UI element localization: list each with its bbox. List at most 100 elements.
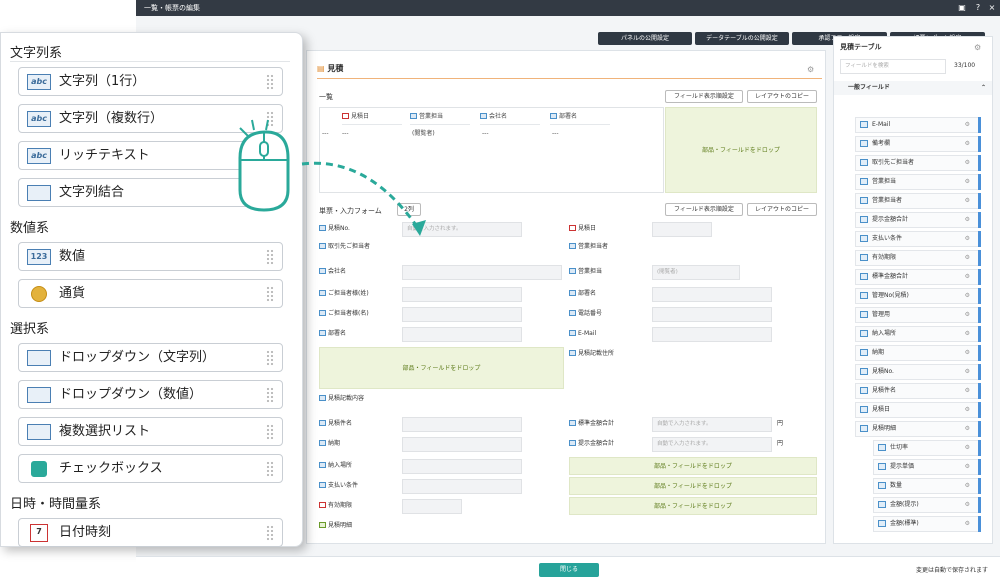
palette-item[interactable]: ドロップダウン（文字列） — [18, 343, 283, 372]
right-field-item[interactable]: 見積No. ⚙ — [855, 364, 981, 380]
form-layout-copy-button[interactable]: レイアウトのコピー — [747, 203, 817, 216]
drag-handle[interactable] — [978, 459, 981, 475]
item-gear-icon[interactable]: ⚙ — [965, 441, 970, 455]
general-field-group[interactable]: 一般フィールド ⌃ — [834, 81, 992, 95]
drag-grip-icon[interactable] — [266, 74, 274, 90]
palette-item[interactable]: チェックボックス — [18, 454, 283, 483]
sales-rep-input[interactable]: (閲覧者) — [652, 265, 740, 280]
phone-input[interactable] — [652, 307, 772, 322]
valid-input[interactable] — [402, 499, 462, 514]
palette-item[interactable]: 7 日付時刻 — [18, 518, 283, 547]
drag-handle[interactable] — [978, 288, 981, 304]
dept2-input[interactable] — [402, 327, 522, 342]
item-gear-icon[interactable]: ⚙ — [965, 118, 970, 132]
drag-handle[interactable] — [978, 136, 981, 152]
right-field-item[interactable]: 管理用 ⚙ — [855, 307, 981, 323]
item-gear-icon[interactable]: ⚙ — [965, 460, 970, 474]
panel-publish-button[interactable]: パネルの公開設定 — [598, 32, 692, 45]
palette-item[interactable]: ドロップダウン（数値） — [18, 380, 283, 409]
field-detail-content[interactable]: 見積記載内容 — [319, 392, 364, 406]
contact-last-input[interactable] — [402, 287, 522, 302]
right-subfield-item[interactable]: 金額(標準) ⚙ — [873, 516, 981, 532]
item-gear-icon[interactable]: ⚙ — [965, 308, 970, 322]
field-sales-rep[interactable]: 営業担当 — [569, 265, 602, 279]
list-drop-zone[interactable]: 部品・フィールドをドロップ — [665, 107, 817, 193]
drag-grip-icon[interactable] — [266, 461, 274, 477]
field-terms[interactable]: 支払い条件 — [319, 479, 358, 493]
drag-grip-icon[interactable] — [266, 350, 274, 366]
right-field-item[interactable]: 提示金額合計 ⚙ — [855, 212, 981, 228]
right-subfield-item[interactable]: 仕切率 ⚙ — [873, 440, 981, 456]
field-breakdown[interactable]: 見積明細 — [319, 519, 352, 533]
place-input[interactable] — [402, 459, 522, 474]
right-field-item[interactable]: 見積日 ⚙ — [855, 402, 981, 418]
contact-first-input[interactable] — [402, 307, 522, 322]
item-gear-icon[interactable]: ⚙ — [965, 327, 970, 341]
drag-handle[interactable] — [978, 174, 981, 190]
drag-handle[interactable] — [978, 250, 981, 266]
field-sales-contact[interactable]: 営業担当者 — [569, 240, 608, 254]
item-gear-icon[interactable]: ⚙ — [965, 251, 970, 265]
drag-grip-icon[interactable] — [266, 286, 274, 302]
dept-input[interactable] — [652, 287, 772, 302]
email-input[interactable] — [652, 327, 772, 342]
quote-date-input[interactable] — [652, 222, 712, 237]
terms-input[interactable] — [402, 479, 522, 494]
right-field-item[interactable]: 営業担当者 ⚙ — [855, 193, 981, 209]
form-drop-zone[interactable]: 部品・フィールドをドロップ — [319, 347, 564, 389]
delivery-input[interactable] — [402, 437, 522, 452]
drag-handle[interactable] — [978, 155, 981, 171]
item-gear-icon[interactable]: ⚙ — [965, 270, 970, 284]
table-publish-button[interactable]: データテーブルの公開設定 — [695, 32, 789, 45]
field-delivery[interactable]: 納期 — [319, 437, 340, 451]
item-gear-icon[interactable]: ⚙ — [965, 517, 970, 531]
item-gear-icon[interactable]: ⚙ — [965, 422, 970, 436]
right-field-item[interactable]: 納期 ⚙ — [855, 345, 981, 361]
right-field-item[interactable]: 管理No(見積) ⚙ — [855, 288, 981, 304]
drag-grip-icon[interactable] — [266, 387, 274, 403]
drag-handle[interactable] — [978, 402, 981, 418]
drag-handle[interactable] — [978, 326, 981, 342]
right-field-item[interactable]: E-Mail ⚙ — [855, 117, 981, 133]
drop-zone-row3[interactable]: 部品・フィールドをドロップ — [569, 497, 817, 515]
drag-grip-icon[interactable] — [266, 525, 274, 541]
item-gear-icon[interactable]: ⚙ — [965, 289, 970, 303]
field-dept[interactable]: 部署名 — [569, 287, 596, 301]
palette-item[interactable]: 通貨 — [18, 279, 283, 308]
help-icon[interactable]: ? — [972, 0, 984, 16]
layout-copy-button[interactable]: レイアウトのコピー — [747, 90, 817, 103]
right-subfield-item[interactable]: 金額(提示) ⚙ — [873, 497, 981, 513]
offer-total-input[interactable]: 自動で入力されます。 — [652, 437, 772, 452]
item-gear-icon[interactable]: ⚙ — [965, 213, 970, 227]
drop-zone-row2[interactable]: 部品・フィールドをドロップ — [569, 477, 817, 495]
right-field-item[interactable]: 営業担当 ⚙ — [855, 174, 981, 190]
field-contact-last[interactable]: ご担当者様(姓) — [319, 287, 369, 301]
drag-handle[interactable] — [978, 307, 981, 323]
drop-zone-row1[interactable]: 部品・フィールドをドロップ — [569, 457, 817, 475]
drag-handle[interactable] — [978, 383, 981, 399]
right-field-item[interactable]: 取引先ご担当者 ⚙ — [855, 155, 981, 171]
field-quote-item[interactable]: 見積件名 — [319, 417, 352, 431]
field-std-total[interactable]: 標準金額合計 — [569, 417, 614, 431]
drag-handle[interactable] — [978, 440, 981, 456]
right-subfield-item[interactable]: 提示単価 ⚙ — [873, 459, 981, 475]
close-button[interactable]: 閉じる — [539, 563, 599, 577]
right-field-item[interactable]: 支払い条件 ⚙ — [855, 231, 981, 247]
drag-grip-icon[interactable] — [266, 424, 274, 440]
right-field-item[interactable]: 見積明細 ⚙ — [855, 421, 981, 437]
item-gear-icon[interactable]: ⚙ — [965, 384, 970, 398]
item-gear-icon[interactable]: ⚙ — [965, 156, 970, 170]
right-field-item[interactable]: 備考欄 ⚙ — [855, 136, 981, 152]
form-field-order-button[interactable]: フィールド表示順設定 — [665, 203, 743, 216]
item-gear-icon[interactable]: ⚙ — [965, 346, 970, 360]
field-search-input[interactable]: フィールドを検索 — [840, 59, 946, 74]
right-gear-icon[interactable]: ⚙ — [974, 43, 981, 52]
drag-handle[interactable] — [978, 117, 981, 133]
item-gear-icon[interactable]: ⚙ — [965, 365, 970, 379]
list-col-dept[interactable]: 部署名 — [550, 108, 610, 125]
list-col-company[interactable]: 会社名 — [480, 108, 540, 125]
right-field-item[interactable]: 見積件名 ⚙ — [855, 383, 981, 399]
field-place[interactable]: 納入場所 — [319, 459, 352, 473]
drag-handle[interactable] — [978, 364, 981, 380]
std-total-input[interactable]: 自動で入力されます。 — [652, 417, 772, 432]
